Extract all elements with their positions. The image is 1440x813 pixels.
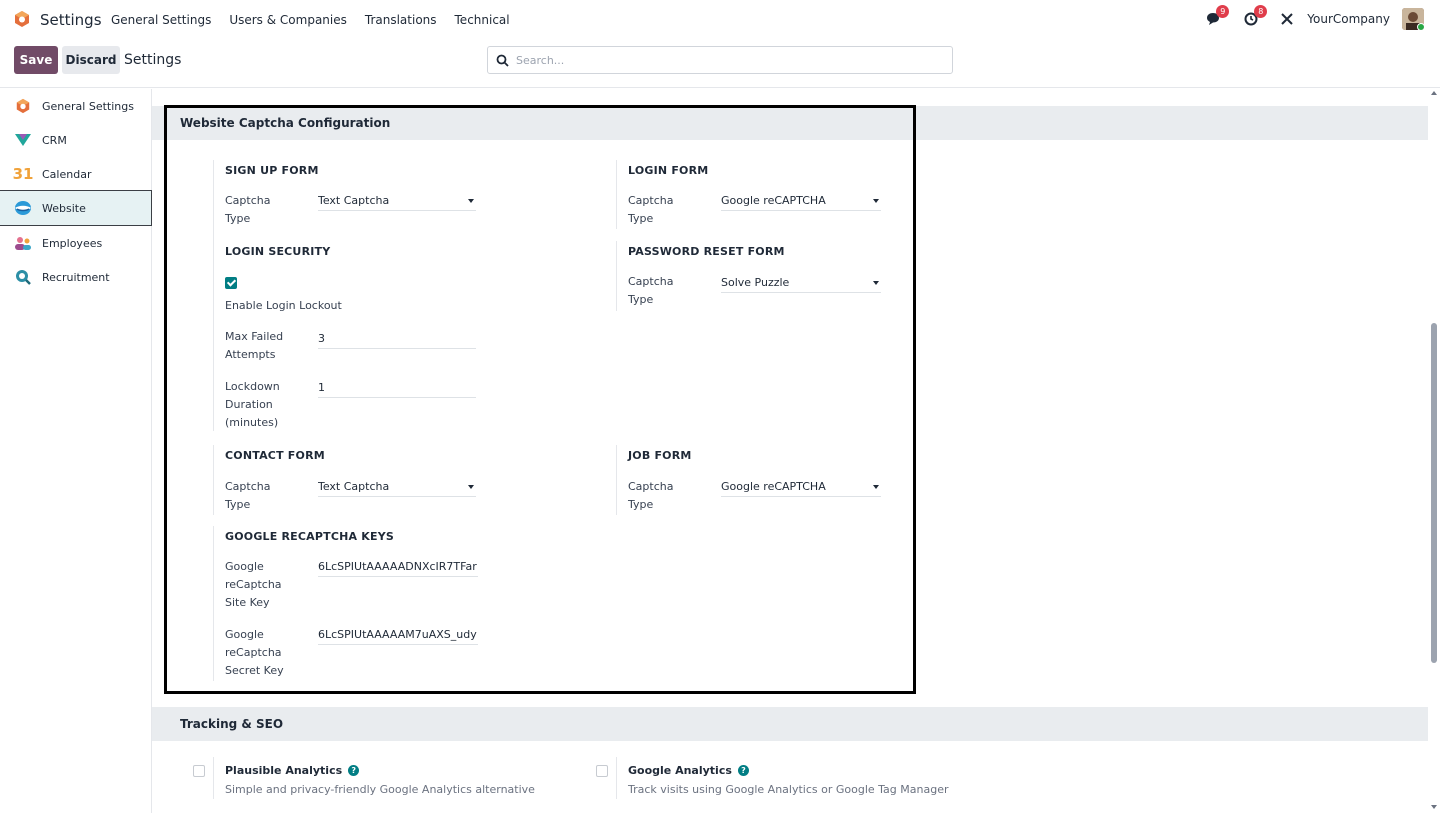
divider <box>616 757 617 799</box>
sidebar-item-general-settings[interactable]: General Settings <box>0 89 152 123</box>
help-icon[interactable]: ? <box>737 765 749 776</box>
google-analytics-title-text: Google Analytics <box>628 764 732 777</box>
save-button[interactable]: Save <box>14 46 58 74</box>
google-analytics-title: Google Analytics? <box>628 762 749 780</box>
sidebar-item-label: Recruitment <box>42 270 110 284</box>
top-navbar: Settings General Settings Users & Compan… <box>0 0 1440 38</box>
scroll-up-icon[interactable] <box>1431 91 1437 95</box>
activities-badge: 8 <box>1254 5 1268 18</box>
search-bar[interactable] <box>487 46 953 74</box>
search-icon <box>496 54 509 67</box>
tracking-section-header: Tracking & SEO <box>152 707 1428 741</box>
app-title[interactable]: Settings <box>40 11 102 29</box>
sidebar-item-recruitment[interactable]: Recruitment <box>0 260 152 294</box>
section-title: Tracking & SEO <box>180 717 284 731</box>
online-status-icon <box>1417 23 1424 30</box>
systray: 9 8 YourCompany <box>1203 5 1424 30</box>
scrollbar-thumb[interactable] <box>1431 323 1437 663</box>
menu-technical[interactable]: Technical <box>455 13 510 27</box>
menu-translations[interactable]: Translations <box>365 13 437 27</box>
divider <box>213 757 214 799</box>
employees-icon <box>14 234 32 252</box>
page-scrollbar[interactable] <box>1428 89 1440 813</box>
control-panel: Save Discard Settings <box>0 38 1440 88</box>
company-switcher[interactable]: YourCompany <box>1307 12 1390 26</box>
user-avatar[interactable] <box>1402 8 1424 30</box>
highlight-frame <box>164 105 916 694</box>
sidebar-item-employees[interactable]: Employees <box>0 226 152 260</box>
sidebar-item-label: Website <box>42 201 86 215</box>
sidebar-item-crm[interactable]: CRM <box>0 123 152 157</box>
breadcrumb-title: Settings <box>124 52 182 68</box>
website-icon <box>14 199 32 217</box>
plausible-description: Simple and privacy-friendly Google Analy… <box>225 783 535 796</box>
odoo-logo-icon <box>14 97 32 115</box>
sidebar-item-calendar[interactable]: 31 Calendar <box>0 157 152 191</box>
main-menu: General Settings Users & Companies Trans… <box>111 13 510 27</box>
debug-tools-icon[interactable] <box>1277 9 1297 29</box>
plausible-title-text: Plausible Analytics <box>225 764 343 777</box>
scroll-down-icon[interactable] <box>1431 805 1437 809</box>
app-logo-icon[interactable] <box>13 10 31 28</box>
discard-button[interactable]: Discard <box>62 46 120 74</box>
menu-users-companies[interactable]: Users & Companies <box>229 13 347 27</box>
recruitment-icon <box>14 268 32 286</box>
sidebar-item-label: CRM <box>42 133 67 147</box>
menu-general-settings[interactable]: General Settings <box>111 13 211 27</box>
messages-icon[interactable]: 9 <box>1203 5 1230 29</box>
plausible-title: Plausible Analytics? <box>225 762 360 780</box>
search-input[interactable] <box>516 53 936 67</box>
sidebar-item-website[interactable]: Website <box>0 190 152 226</box>
crm-icon <box>14 131 32 149</box>
google-analytics-description: Track visits using Google Analytics or G… <box>628 783 949 796</box>
help-icon[interactable]: ? <box>348 765 360 776</box>
sidebar-item-label: Employees <box>42 236 103 250</box>
plausible-checkbox[interactable] <box>193 765 205 777</box>
sidebar-item-label: Calendar <box>42 167 92 181</box>
settings-sidebar: General Settings CRM 31 Calendar Website… <box>0 89 152 813</box>
activities-icon[interactable]: 8 <box>1241 5 1268 29</box>
google-analytics-checkbox[interactable] <box>596 765 608 777</box>
sidebar-item-label: General Settings <box>42 99 134 113</box>
messages-badge: 9 <box>1216 5 1230 18</box>
calendar-icon: 31 <box>12 165 34 183</box>
settings-content: Website Captcha Configuration SIGN UP FO… <box>152 89 1428 813</box>
